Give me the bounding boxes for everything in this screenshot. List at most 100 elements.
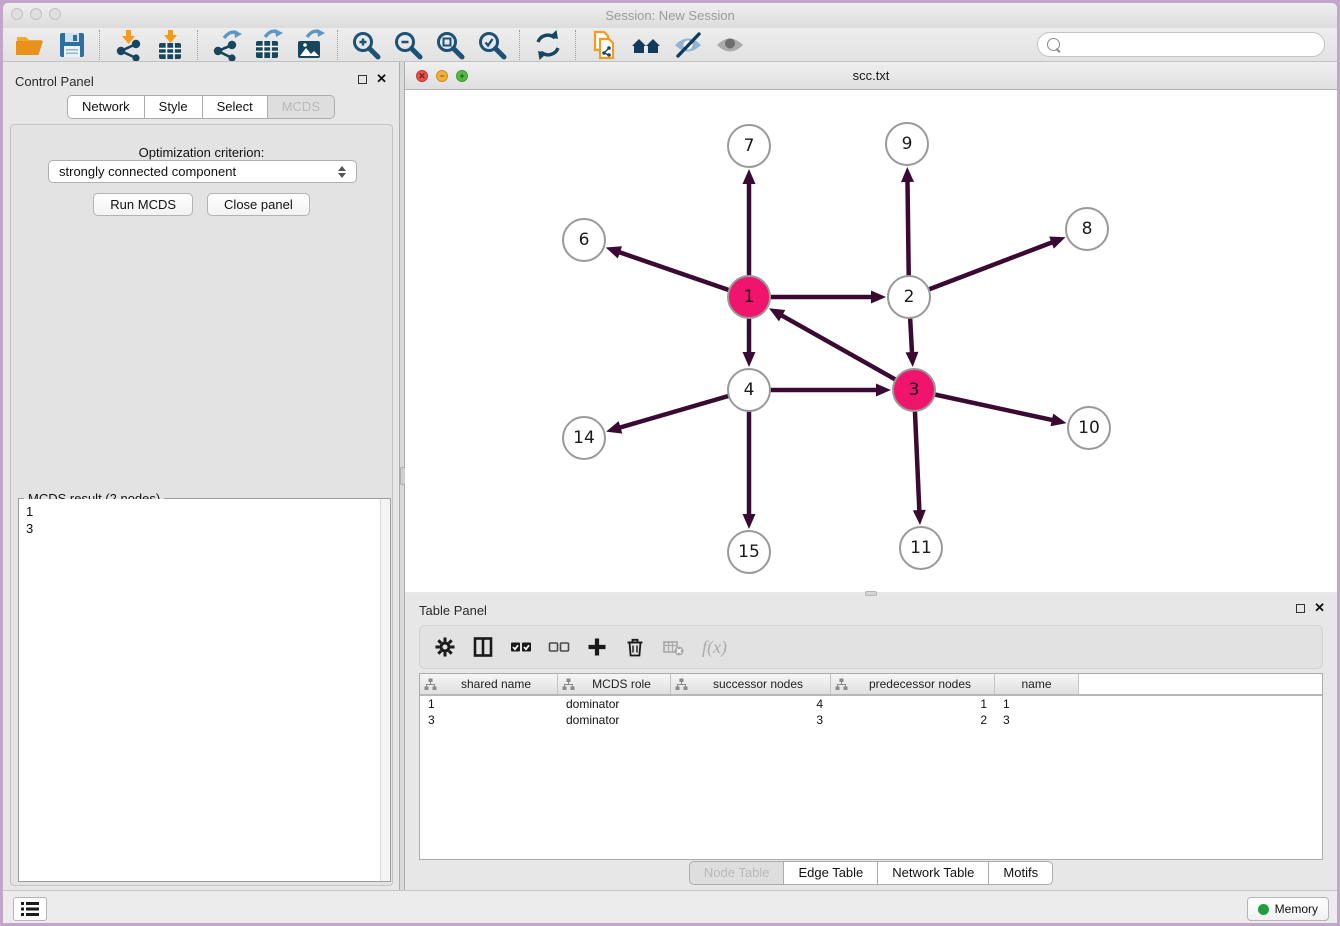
zoom-fit-button[interactable] [434,29,466,61]
save-floppy-icon [56,29,88,61]
close-table-panel-icon[interactable]: ✕ [1314,603,1325,613]
edge-1-6[interactable] [606,246,749,297]
graph-node-9[interactable]: 9 [886,123,928,165]
tab-mcds[interactable]: MCDS [268,95,335,119]
column-header-successor-nodes[interactable]: successor nodes [671,674,831,694]
graph-node-1[interactable]: 1 [728,276,770,318]
table-row[interactable]: 3dominator323 [420,712,1322,728]
delete-table-icon [662,636,684,658]
import-network-button[interactable] [112,29,144,61]
refresh-view-button[interactable] [532,29,564,61]
edge-4-14[interactable] [606,390,749,434]
memory-button[interactable]: Memory [1247,897,1329,921]
edge-3-10[interactable] [914,390,1067,426]
graph-node-14[interactable]: 14 [563,417,605,459]
zoom-in-button[interactable] [350,29,382,61]
export-network-icon [210,29,242,61]
horizontal-splitter-handle[interactable] [865,591,877,596]
graph-node-10[interactable]: 10 [1068,407,1110,449]
deselect-all-columns-button[interactable] [548,636,570,658]
import-table-button[interactable] [154,29,186,61]
mcds-result-list[interactable]: 13 [19,499,380,881]
close-panel-button[interactable]: Close panel [207,193,310,216]
import-network-icon [112,29,144,61]
search-field[interactable] [1037,32,1325,57]
table-cell: 1 [995,697,1079,711]
toolbar-separator [337,30,339,60]
tab-motifs[interactable]: Motifs [989,861,1053,885]
table-body: 1dominator4113dominator323 [420,696,1322,728]
table-cell: dominator [558,713,671,727]
tab-edge-table[interactable]: Edge Table [784,861,878,885]
table-cell: 3 [995,713,1079,727]
show-panels-button[interactable] [13,897,47,921]
graph-node-6[interactable]: 6 [563,219,605,261]
zoom-out-icon [392,29,424,61]
graph-node-11[interactable]: 11 [900,527,942,569]
show-all-networks-button[interactable] [630,29,662,61]
svg-text:4: 4 [744,380,755,400]
save-session-button[interactable] [56,29,88,61]
tab-node-table[interactable]: Node Table [689,861,785,885]
zoom-out-button[interactable] [392,29,424,61]
add-column-button[interactable] [586,636,608,658]
graph-node-3[interactable]: 3 [893,369,935,411]
close-panel-icon[interactable]: ✕ [376,74,387,84]
clone-network-button[interactable] [588,29,620,61]
zoom-fit-icon [434,29,466,61]
float-table-panel-icon[interactable] [1296,604,1305,613]
open-session-button[interactable] [14,29,46,61]
table-cell: 4 [671,697,831,711]
search-input[interactable] [1066,36,1315,53]
memory-status-icon [1258,904,1269,915]
eye-slash-icon [672,29,704,61]
table-row[interactable]: 1dominator411 [420,696,1322,712]
export-network-button[interactable] [210,29,242,61]
refresh-icon [532,29,564,61]
result-scrollbar[interactable] [380,499,390,881]
column-header-shared-name[interactable]: shared name [420,674,558,694]
open-folder-icon [14,29,46,61]
tab-network[interactable]: Network [67,95,145,119]
show-selected-button[interactable] [714,29,746,61]
network-canvas[interactable]: 7 9 6 8 1 2 4 3 14 10 15 11 [405,90,1337,592]
graph-node-8[interactable]: 8 [1066,208,1108,250]
tab-style[interactable]: Style [145,95,203,119]
zoom-selected-button[interactable] [476,29,508,61]
list-icon [21,902,39,916]
table-cell: 3 [671,713,831,727]
edge-2-8[interactable] [909,236,1066,297]
edge-3-1[interactable] [769,308,914,390]
tab-network-table[interactable]: Network Table [878,861,989,885]
select-all-columns-button[interactable] [510,636,532,658]
graph-node-15[interactable]: 15 [728,531,770,573]
table-settings-button[interactable] [434,636,456,658]
export-image-button[interactable] [294,29,326,61]
table-panel: Table Panel ✕ [405,595,1337,890]
node-table: shared nameMCDS rolesuccessor nodesprede… [419,673,1323,860]
export-image-icon [294,29,326,61]
graph-node-4[interactable]: 4 [728,369,770,411]
svg-text:9: 9 [902,134,913,154]
column-header-name[interactable]: name [995,674,1079,694]
optimization-criterion-select[interactable]: strongly connected component [48,160,357,183]
zoom-in-icon [350,29,382,61]
toggle-columns-button[interactable] [472,636,494,658]
graph-node-7[interactable]: 7 [728,125,770,167]
network-graph[interactable]: 7 9 6 8 1 2 4 3 14 10 15 11 [405,90,1337,592]
graph-node-2[interactable]: 2 [888,276,930,318]
column-header-MCDS-role[interactable]: MCDS role [558,674,671,694]
export-table-button[interactable] [252,29,284,61]
memory-label: Memory [1275,902,1318,916]
control-panel: Control Panel ✕ NetworkStyleSelectMCDS O… [3,62,399,890]
houses-icon [630,29,662,61]
delete-column-button[interactable] [624,636,646,658]
float-panel-icon[interactable] [358,75,367,84]
network-window-titlebar[interactable]: ✕ − + scc.txt [405,62,1337,90]
hide-selected-button[interactable] [672,29,704,61]
column-header-predecessor-nodes[interactable]: predecessor nodes [831,674,995,694]
optimization-criterion-label: Optimization criterion: [11,145,392,160]
svg-text:6: 6 [579,230,590,250]
run-mcds-button[interactable]: Run MCDS [93,193,193,216]
tab-select[interactable]: Select [203,95,268,119]
